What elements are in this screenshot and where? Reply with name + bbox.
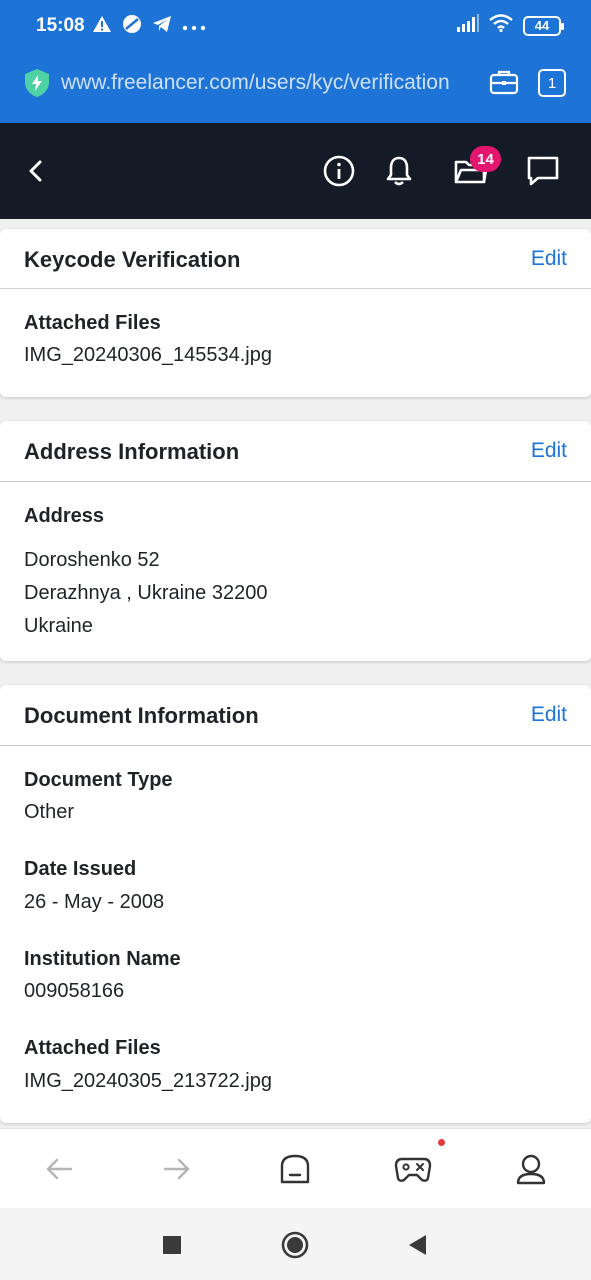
warning-icon bbox=[92, 15, 112, 38]
gamepad-icon[interactable] bbox=[393, 1149, 433, 1189]
back-icon[interactable] bbox=[18, 153, 54, 189]
status-right: 44 bbox=[457, 14, 564, 37]
bell-icon[interactable] bbox=[381, 153, 417, 189]
battery-indicator: 44 bbox=[523, 15, 564, 36]
notification-dot bbox=[438, 1139, 445, 1146]
arrow-left-icon[interactable] bbox=[39, 1149, 79, 1189]
date-issued-label: Date Issued bbox=[24, 858, 137, 880]
chat-icon[interactable] bbox=[525, 153, 561, 189]
card-header: Keycode Verification Edit bbox=[0, 229, 591, 289]
folder-count-badge: 14 bbox=[470, 146, 501, 172]
document-type-value: Other bbox=[24, 801, 75, 823]
telegram-icon bbox=[152, 15, 172, 38]
system-nav-bar bbox=[0, 1208, 591, 1280]
no-entry-icon bbox=[122, 14, 142, 39]
home-icon[interactable] bbox=[275, 1149, 315, 1189]
status-left-icons bbox=[92, 14, 206, 39]
institution-name-value: 009058166 bbox=[24, 980, 125, 1002]
attached-file-name[interactable]: IMG_20240305_213722.jpg bbox=[24, 1070, 272, 1093]
address-label: Address bbox=[24, 505, 105, 527]
wifi-icon bbox=[489, 14, 513, 37]
card-header: Address Information Edit bbox=[0, 421, 591, 482]
status-bar: 15:08 44 bbox=[0, 0, 591, 52]
institution-name-label: Institution Name bbox=[24, 948, 181, 970]
address-line-3: Ukraine bbox=[24, 615, 93, 637]
more-icon bbox=[182, 18, 206, 36]
browser-top-bar: 15:08 44 www.freelancer.com/users/kyc/ve… bbox=[0, 0, 591, 123]
browser-bottom-nav bbox=[0, 1128, 591, 1208]
address-line-2: Derazhnya , Ukraine 32200 bbox=[24, 582, 268, 604]
address-line-1: Doroshenko 52 bbox=[24, 549, 160, 571]
card-title: Address Information bbox=[24, 439, 240, 464]
info-icon[interactable] bbox=[321, 153, 357, 189]
arrow-right-icon[interactable] bbox=[157, 1149, 197, 1189]
edit-keycode-link[interactable]: Edit bbox=[531, 247, 567, 271]
square-icon[interactable] bbox=[157, 1230, 187, 1260]
attached-files-label: Attached Files bbox=[24, 312, 161, 334]
edit-document-link[interactable]: Edit bbox=[531, 703, 567, 727]
url-text[interactable]: www.freelancer.com/users/kyc/verificatio… bbox=[61, 71, 471, 95]
status-time: 15:08 bbox=[36, 15, 85, 36]
date-issued-value: 26 - May - 2008 bbox=[24, 891, 165, 913]
url-bar[interactable]: www.freelancer.com/users/kyc/verificatio… bbox=[0, 60, 591, 108]
edit-address-link[interactable]: Edit bbox=[531, 439, 567, 463]
card-header: Document Information Edit bbox=[0, 685, 591, 746]
app-header bbox=[0, 123, 591, 219]
document-information-card: Document Information Edit Document Type … bbox=[0, 685, 591, 1123]
briefcase-icon[interactable] bbox=[489, 68, 519, 101]
attached-files-label: Attached Files bbox=[24, 1037, 161, 1059]
signal-icon bbox=[457, 14, 479, 37]
triangle-back-icon[interactable] bbox=[402, 1230, 432, 1260]
tabs-count-button[interactable]: 1 bbox=[538, 69, 566, 97]
card-title: Keycode Verification bbox=[24, 247, 241, 272]
shield-icon[interactable] bbox=[24, 68, 50, 103]
card-title: Document Information bbox=[24, 703, 259, 728]
keycode-verification-card: Keycode Verification Edit Attached Files… bbox=[0, 229, 591, 397]
circle-icon[interactable] bbox=[280, 1230, 310, 1260]
address-information-card: Address Information Edit Address Doroshe… bbox=[0, 421, 591, 661]
profile-icon[interactable] bbox=[511, 1149, 551, 1189]
attached-file-name[interactable]: IMG_20240306_145534.jpg bbox=[24, 344, 272, 367]
document-type-label: Document Type bbox=[24, 769, 173, 791]
